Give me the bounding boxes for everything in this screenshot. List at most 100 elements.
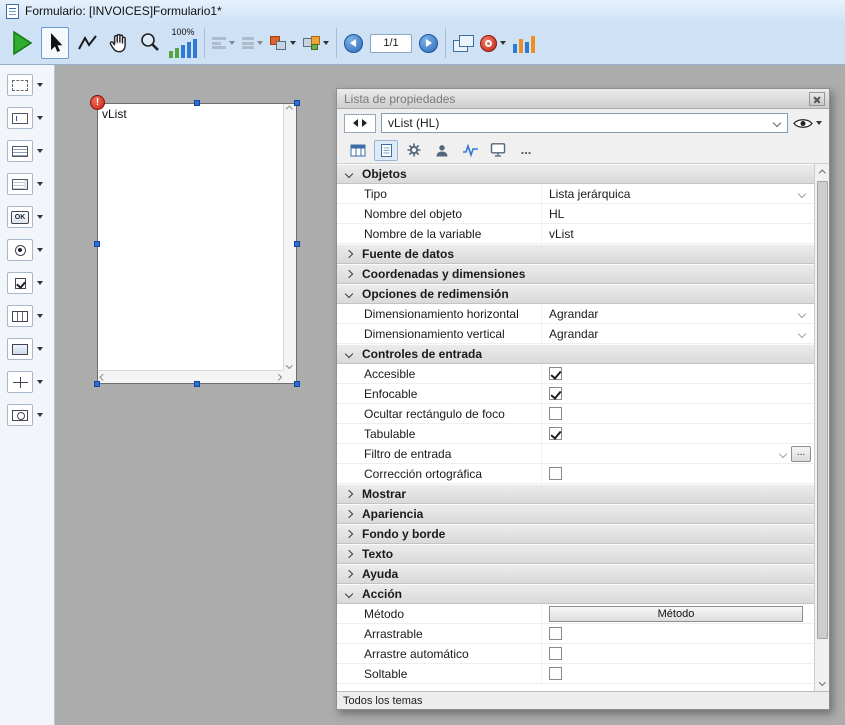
section-ayuda[interactable]: Ayuda <box>337 564 814 584</box>
selection-handle[interactable] <box>94 381 100 387</box>
more-themes-button[interactable]: ... <box>514 140 538 161</box>
scrollbar-thumb[interactable] <box>817 181 828 639</box>
dim-horizontal-dropdown[interactable]: Agrandar <box>541 304 814 323</box>
input-tool[interactable] <box>7 105 54 131</box>
run-form-button[interactable] <box>10 30 34 56</box>
form-canvas[interactable]: vList <box>55 65 845 725</box>
chevron-down-icon <box>37 347 43 351</box>
preview-menu-button[interactable] <box>793 117 822 130</box>
monitor-icon <box>490 142 506 158</box>
close-icon[interactable] <box>809 92 825 106</box>
selection-handle[interactable] <box>294 381 300 387</box>
arrastre-automatico-checkbox[interactable] <box>549 647 562 660</box>
section-accion[interactable]: Acción <box>337 584 814 604</box>
chevron-down-icon <box>345 350 353 358</box>
pen-tool-button[interactable] <box>76 32 100 54</box>
theme-user-button[interactable] <box>430 140 454 161</box>
previous-page-button[interactable] <box>344 34 363 53</box>
tab-control-tool[interactable] <box>7 402 54 428</box>
select-tool-button[interactable] <box>41 27 69 59</box>
theme-page-button[interactable] <box>374 140 398 161</box>
new-window-button[interactable] <box>453 35 473 51</box>
section-redimension[interactable]: Opciones de redimensión <box>337 284 814 304</box>
object-variable-label: vList <box>102 107 127 121</box>
selection-handle[interactable] <box>294 100 300 106</box>
theme-settings-button[interactable] <box>402 140 426 161</box>
metodo-button[interactable]: Método <box>549 606 803 622</box>
scroll-right-icon[interactable] <box>275 374 281 380</box>
theme-list-button[interactable] <box>346 140 370 161</box>
zoom-level-control[interactable]: 100% <box>169 28 197 58</box>
section-mostrar[interactable]: Mostrar <box>337 484 814 504</box>
property-list-toggle-button[interactable] <box>513 33 535 53</box>
chevron-down-icon <box>345 290 353 298</box>
next-object-icon <box>362 119 367 127</box>
prop-label: Nombre de la variable <box>337 224 541 243</box>
tabulable-checkbox[interactable] <box>549 427 562 440</box>
shape-tool[interactable] <box>7 336 54 362</box>
hierarchical-list-object[interactable]: vList <box>97 103 297 384</box>
section-fondo-borde[interactable]: Fondo y borde <box>337 524 814 544</box>
next-page-button[interactable] <box>419 34 438 53</box>
selection-handle[interactable] <box>194 381 200 387</box>
zoom-tool-button[interactable] <box>138 31 162 55</box>
soltable-checkbox[interactable] <box>549 667 562 680</box>
distribute-menu-button[interactable] <box>242 36 263 51</box>
themes-filter[interactable]: Todos los temas <box>337 691 829 709</box>
window-titlebar[interactable]: Formulario: [INVOICES]Formulario1* <box>0 0 845 22</box>
section-coordenadas[interactable]: Coordenadas y dimensiones <box>337 264 814 284</box>
arrow-left-icon <box>350 39 356 47</box>
object-select-dropdown[interactable]: vList (HL) <box>381 113 788 133</box>
button-grid-tool[interactable] <box>7 303 54 329</box>
selection-handle[interactable] <box>194 100 200 106</box>
section-label: Mostrar <box>362 487 406 501</box>
section-label: Ayuda <box>362 567 398 581</box>
align-menu-button[interactable] <box>212 36 235 51</box>
theme-events-button[interactable] <box>458 140 482 161</box>
duplicate-menu-button[interactable] <box>303 36 329 51</box>
scroll-up-button[interactable] <box>815 165 829 181</box>
object-nav-buttons[interactable] <box>344 114 376 133</box>
radio-button-tool[interactable] <box>7 237 54 263</box>
property-list-titlebar[interactable]: Lista de propiedades <box>337 89 829 109</box>
user-icon <box>434 143 450 158</box>
section-label: Fondo y borde <box>362 527 445 541</box>
button-tool[interactable]: OK <box>7 204 54 230</box>
radio-button-tool-icon <box>7 239 33 261</box>
theme-display-button[interactable] <box>486 140 510 161</box>
nombre-objeto-field[interactable]: HL <box>541 204 814 223</box>
object-horizontal-scrollbar[interactable] <box>98 370 283 383</box>
scroll-down-icon[interactable] <box>286 362 292 368</box>
scroll-up-icon[interactable] <box>286 106 292 112</box>
section-controles-entrada[interactable]: Controles de entrada <box>337 344 814 364</box>
object-vertical-scrollbar[interactable] <box>283 104 296 370</box>
section-objetos[interactable]: Objetos <box>337 164 814 184</box>
splitter-tool[interactable] <box>7 369 54 395</box>
ocultar-foco-checkbox[interactable] <box>549 407 562 420</box>
enfocable-checkbox[interactable] <box>549 387 562 400</box>
section-apariencia[interactable]: Apariencia <box>337 504 814 524</box>
hand-tool-button[interactable] <box>107 31 131 55</box>
section-fuente-de-datos[interactable]: Fuente de datos <box>337 244 814 264</box>
nombre-variable-field[interactable]: vList <box>541 224 814 243</box>
correccion-checkbox[interactable] <box>549 467 562 480</box>
dim-vertical-dropdown[interactable]: Agrandar <box>541 324 814 343</box>
property-list-scrollbar[interactable] <box>814 164 829 691</box>
zoom-level-label: 100% <box>171 28 194 37</box>
label-tool[interactable] <box>7 72 54 98</box>
delete-menu-button[interactable] <box>480 35 506 52</box>
checkbox-tool[interactable] <box>7 270 54 296</box>
scroll-down-button[interactable] <box>815 674 829 690</box>
tipo-dropdown[interactable]: Lista jerárquica <box>541 184 814 203</box>
scroll-left-icon[interactable] <box>100 374 106 380</box>
level-menu-button[interactable] <box>270 36 296 51</box>
text-area-tool[interactable] <box>7 171 54 197</box>
selection-handle[interactable] <box>94 241 100 247</box>
arrastrable-checkbox[interactable] <box>549 627 562 640</box>
filtro-ellipsis-button[interactable]: ... <box>791 446 811 462</box>
accesible-checkbox[interactable] <box>549 367 562 380</box>
filtro-entrada-dropdown[interactable]: ... <box>541 444 814 463</box>
section-texto[interactable]: Texto <box>337 544 814 564</box>
selection-handle[interactable] <box>294 241 300 247</box>
list-box-tool[interactable] <box>7 138 54 164</box>
